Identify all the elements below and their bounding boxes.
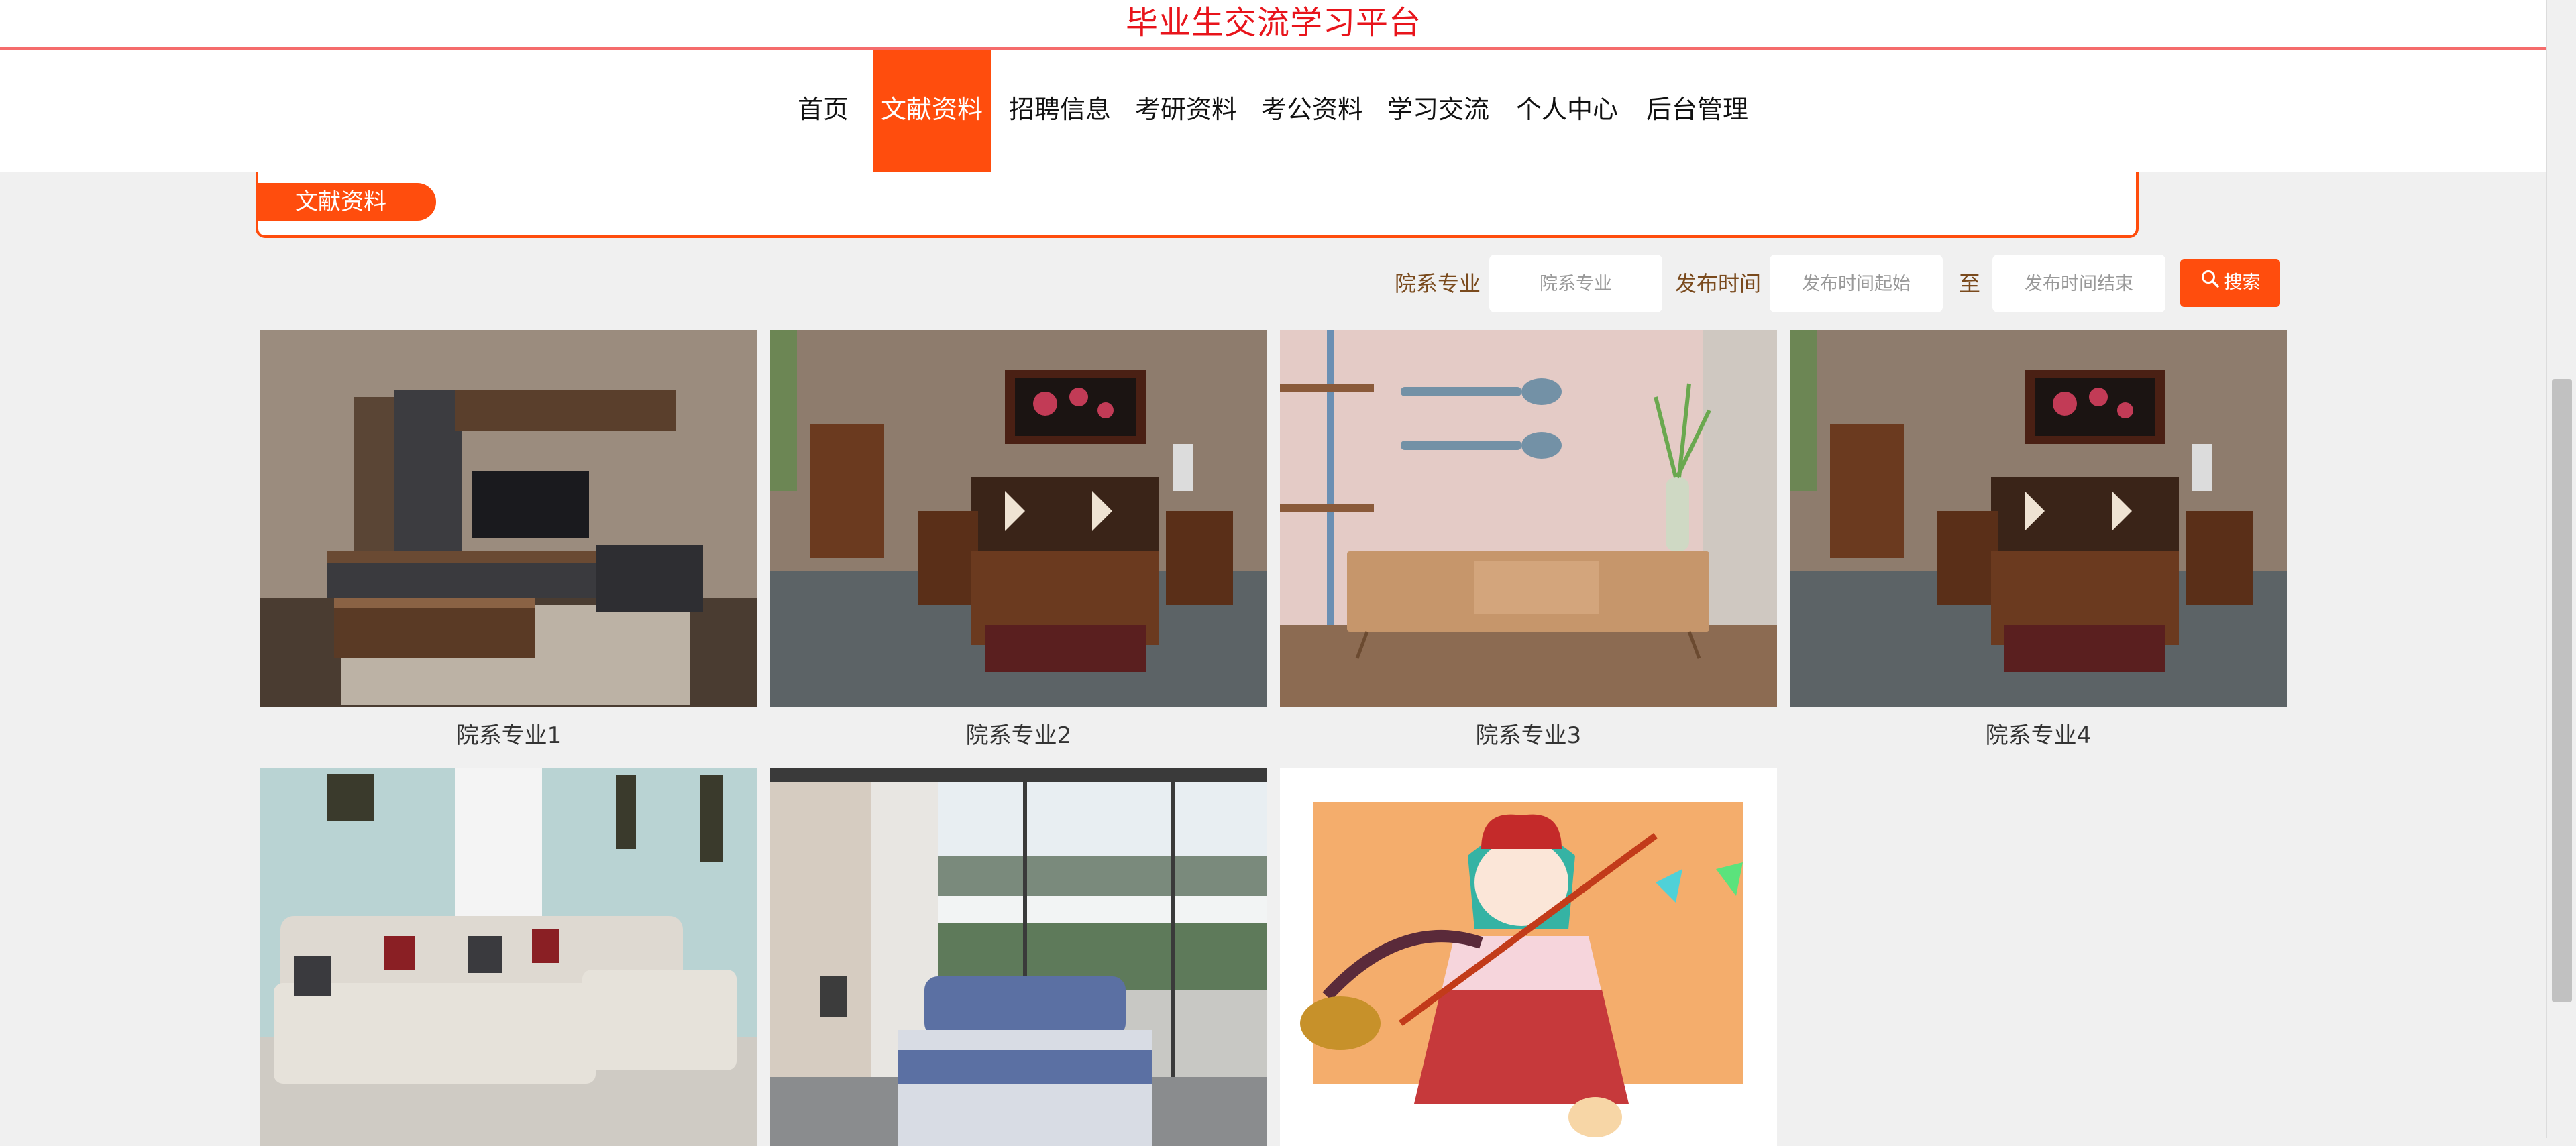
nav-civil-service-materials[interactable]: 考公资料 xyxy=(1258,50,1366,172)
publish-time-start-input[interactable] xyxy=(1770,255,1943,312)
search-icon xyxy=(2200,260,2220,308)
list-item[interactable] xyxy=(260,768,757,1146)
publish-time-label: 发布时间 xyxy=(1675,271,1762,296)
nav-literature[interactable]: 文献资料 xyxy=(873,50,991,172)
list-item-title[interactable]: 院系专业3 xyxy=(1280,717,1777,750)
publish-time-end-input[interactable] xyxy=(1992,255,2165,312)
search-button[interactable]: 搜索 xyxy=(2180,259,2280,307)
living-room-image[interactable] xyxy=(260,330,757,707)
major-input[interactable] xyxy=(1489,255,1662,312)
site-title: 毕业生交流学习平台 xyxy=(1125,4,1421,42)
nav-postgrad-materials[interactable]: 考研资料 xyxy=(1132,50,1240,172)
sofa-image[interactable] xyxy=(260,768,757,1146)
nav-home[interactable]: 首页 xyxy=(790,50,857,172)
list-item[interactable]: 院系专业2 xyxy=(770,330,1267,750)
chinese-living-room-image[interactable] xyxy=(770,330,1267,707)
section-header: 文献资料 xyxy=(256,172,2139,238)
search-button-label: 搜索 xyxy=(2224,272,2261,293)
chinese-living-room-image[interactable] xyxy=(1790,330,2287,707)
list-item-title[interactable]: 院系专业4 xyxy=(1790,717,2287,750)
tv-cabinet-image[interactable] xyxy=(1280,330,1777,707)
nav-personal-center[interactable]: 个人中心 xyxy=(1513,50,1621,172)
scrollbar-thumb[interactable] xyxy=(2552,379,2572,1002)
scrollbar[interactable] xyxy=(2546,0,2576,1138)
list-item[interactable] xyxy=(770,768,1267,1146)
list-item[interactable]: 院系专业3 xyxy=(1280,330,1777,750)
nav-admin[interactable]: 后台管理 xyxy=(1642,50,1753,172)
nav-recruitment[interactable]: 招聘信息 xyxy=(1006,50,1114,172)
section-title: 文献资料 xyxy=(258,183,436,221)
to-label: 至 xyxy=(1959,271,1981,296)
anime-character-image[interactable] xyxy=(1280,768,1777,1146)
list-item[interactable]: 院系专业4 xyxy=(1790,330,2287,750)
main-nav: 首页 文献资料 招聘信息 考研资料 考公资料 学习交流 个人中心 后台管理 xyxy=(0,50,2547,172)
list-item[interactable]: 院系专业1 xyxy=(260,330,757,750)
list-item-title[interactable]: 院系专业2 xyxy=(770,717,1267,750)
top-bar: 毕业生交流学习平台 xyxy=(0,0,2547,50)
list-item[interactable] xyxy=(1280,768,1777,1146)
major-label: 院系专业 xyxy=(1395,271,1481,296)
bedroom-image[interactable] xyxy=(770,768,1267,1146)
list-item-title[interactable]: 院系专业1 xyxy=(260,717,757,750)
nav-study-exchange[interactable]: 学习交流 xyxy=(1385,50,1492,172)
